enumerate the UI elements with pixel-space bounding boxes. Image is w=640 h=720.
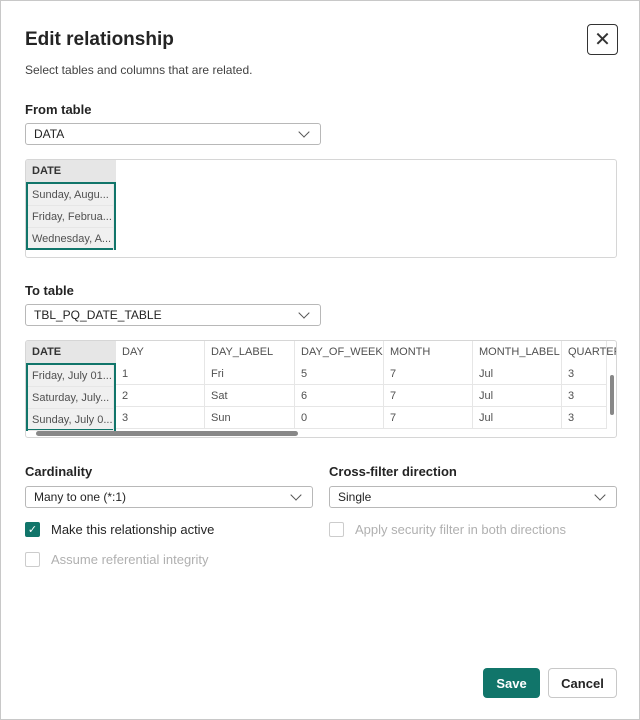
table-cell: Sun [205, 407, 295, 429]
cross-filter-label: Cross-filter direction [329, 464, 457, 479]
save-button[interactable]: Save [483, 668, 540, 698]
from-table-label: From table [25, 102, 92, 117]
table-cell: Jul [473, 385, 562, 407]
table-cell: Friday, Februa... [28, 206, 114, 228]
table-cell: 7 [384, 363, 473, 385]
column-header[interactable]: DAY [116, 341, 205, 363]
cancel-button[interactable]: Cancel [548, 668, 617, 698]
chevron-down-icon [594, 489, 606, 501]
from-table-value: DATA [34, 127, 65, 141]
from-table-dropdown[interactable]: DATA [25, 123, 321, 145]
close-button[interactable]: ✕ [587, 24, 618, 55]
dialog-subtitle: Select tables and columns that are relat… [25, 63, 253, 77]
column-header[interactable]: DAY_OF_WEEK [295, 341, 384, 363]
checkbox-icon [25, 552, 40, 567]
to-table-preview: DATE DAY DAY_LABEL DAY_OF_WEEK MONTH MONTH_LA… [25, 340, 617, 438]
to-table-dropdown[interactable]: TBL_PQ_DATE_TABLE [25, 304, 321, 326]
table-cell: Friday, July 01... [28, 365, 114, 387]
column-header[interactable]: MONTH_LABEL [473, 341, 562, 363]
vertical-scrollbar[interactable] [608, 363, 616, 429]
table-cell: 2 [116, 385, 205, 407]
referential-integrity-label: Assume referential integrity [51, 552, 209, 567]
referential-integrity-checkbox[interactable]: Assume referential integrity [25, 552, 209, 567]
table-cell: Sunday, Augu... [28, 184, 114, 206]
active-checkbox-label: Make this relationship active [51, 522, 215, 537]
security-filter-checkbox[interactable]: Apply security filter in both directions [329, 522, 566, 537]
checkbox-icon [329, 522, 344, 537]
checkmark-icon: ✓ [25, 522, 40, 537]
table-cell: 3 [562, 385, 607, 407]
column-header-date[interactable]: DATE [26, 160, 116, 182]
column-header[interactable]: DATE [26, 341, 116, 363]
horizontal-scrollbar[interactable] [26, 429, 606, 437]
security-filter-label: Apply security filter in both directions [355, 522, 566, 537]
table-cell: 1 [116, 363, 205, 385]
from-table-preview: DATE Sunday, Augu... Friday, Februa... W… [25, 159, 617, 258]
dialog-title: Edit relationship [25, 29, 174, 50]
table-cell: 0 [295, 407, 384, 429]
table-cell: Sat [205, 385, 295, 407]
table-cell: Sunday, July 0... [28, 409, 114, 431]
table-cell: Wednesday, A... [28, 228, 114, 250]
close-icon: ✕ [594, 29, 611, 51]
column-header[interactable]: QUARTER [562, 341, 616, 363]
table-cell: 7 [384, 385, 473, 407]
chevron-down-icon [290, 489, 302, 501]
column-header[interactable]: MONTH [384, 341, 473, 363]
table-cell: 5 [295, 363, 384, 385]
table-cell: Fri [205, 363, 295, 385]
table-cell: 3 [562, 363, 607, 385]
active-checkbox[interactable]: ✓ Make this relationship active [25, 522, 214, 537]
cross-filter-dropdown[interactable]: Single [329, 486, 617, 508]
table-cell: 3 [116, 407, 205, 429]
table-cell: 6 [295, 385, 384, 407]
chevron-down-icon [298, 307, 310, 319]
column-header[interactable]: DAY_LABEL [205, 341, 295, 363]
table-cell: Jul [473, 407, 562, 429]
chevron-down-icon [298, 126, 310, 138]
cross-filter-value: Single [338, 490, 372, 504]
table-cell: Jul [473, 363, 562, 385]
cardinality-dropdown[interactable]: Many to one (*:1) [25, 486, 313, 508]
edit-relationship-dialog: Edit relationship Select tables and colu… [0, 0, 640, 720]
cardinality-value: Many to one (*:1) [34, 490, 127, 504]
table-cell: 3 [562, 407, 607, 429]
table-cell: Saturday, July... [28, 387, 114, 409]
cardinality-label: Cardinality [25, 464, 93, 479]
to-table-value: TBL_PQ_DATE_TABLE [34, 308, 162, 322]
table-cell: 7 [384, 407, 473, 429]
to-table-label: To table [25, 283, 74, 298]
